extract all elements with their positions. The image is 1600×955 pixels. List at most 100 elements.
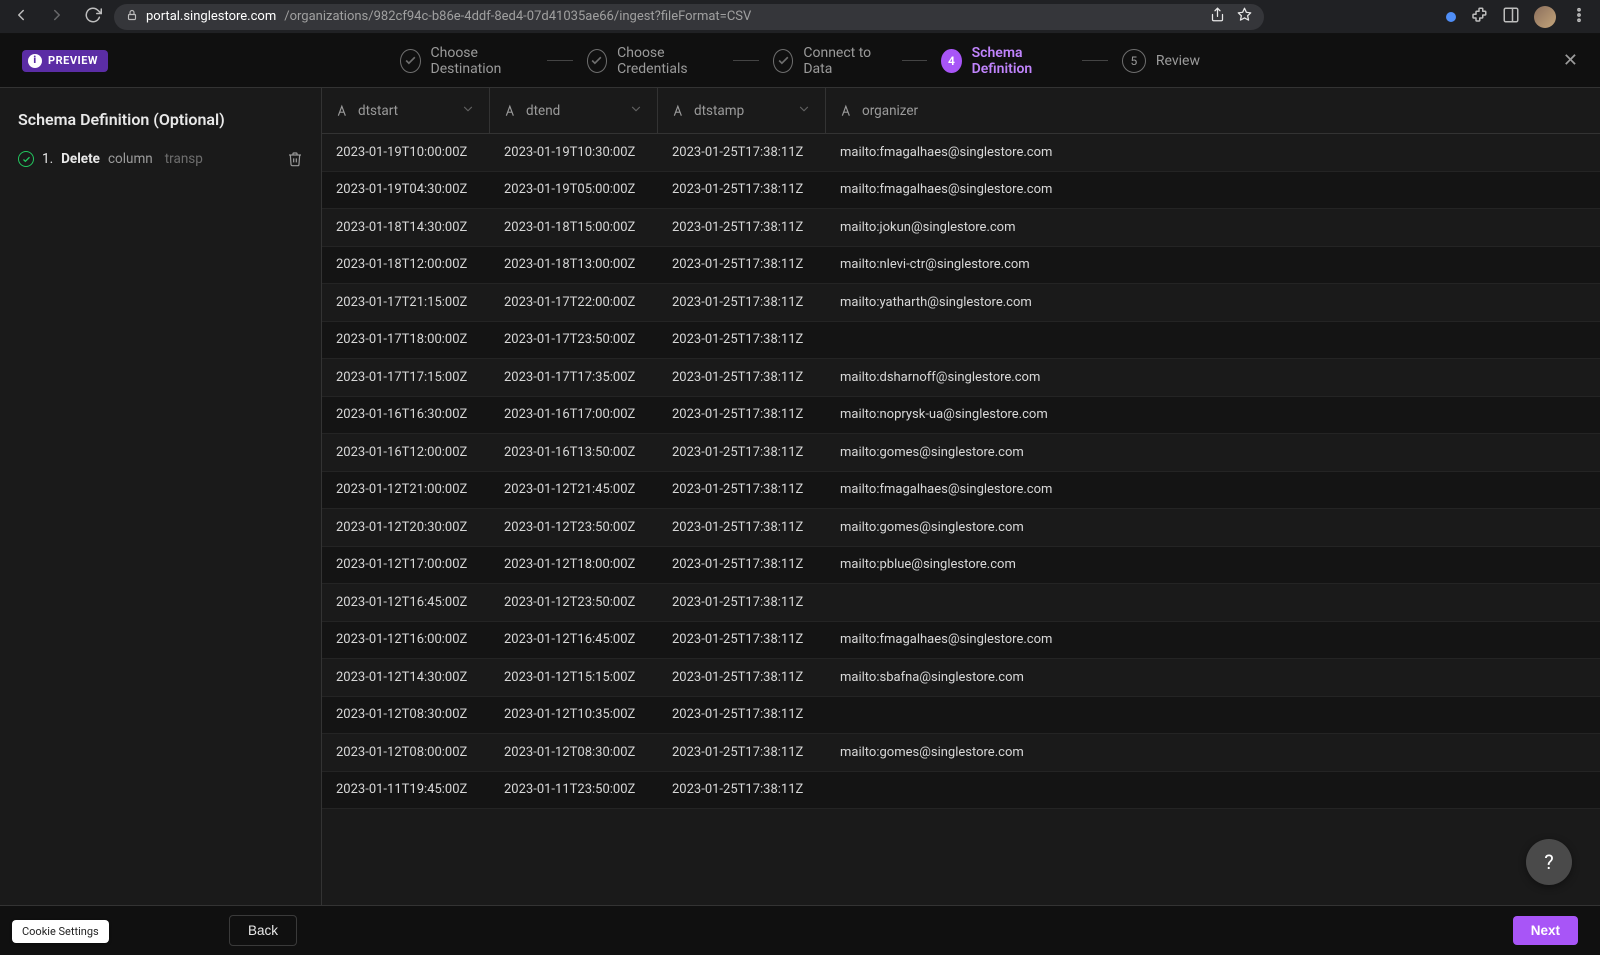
table-row[interactable]: 2023-01-12T16:45:00Z2023-01-12T23:50:00Z…: [322, 584, 1600, 622]
table-row[interactable]: 2023-01-12T08:00:00Z2023-01-12T08:30:00Z…: [322, 734, 1600, 772]
table-row[interactable]: 2023-01-12T08:30:00Z2023-01-12T10:35:00Z…: [322, 697, 1600, 735]
step-label: Connect to Data: [803, 45, 887, 77]
cell-dtstart: 2023-01-12T17:00:00Z: [322, 557, 490, 572]
preview-badge: i PREVIEW: [22, 50, 108, 72]
kebab-icon[interactable]: [1570, 6, 1588, 28]
cell-organizer: mailto:fmagalhaes@singlestore.com: [826, 632, 1600, 647]
table-row[interactable]: 2023-01-12T17:00:00Z2023-01-12T18:00:00Z…: [322, 547, 1600, 585]
step-separator: [1082, 60, 1108, 62]
wizard-header: i PREVIEW Choose Destination Choose Cred…: [0, 34, 1600, 88]
table-row[interactable]: 2023-01-17T17:15:00Z2023-01-17T17:35:00Z…: [322, 359, 1600, 397]
table-body[interactable]: 2023-01-19T10:00:00Z2023-01-19T10:30:00Z…: [322, 134, 1600, 905]
cell-dtend: 2023-01-12T21:45:00Z: [490, 482, 658, 497]
cell-dtstamp: 2023-01-25T17:38:11Z: [658, 145, 826, 160]
cell-organizer: mailto:dsharnoff@singlestore.com: [826, 370, 1600, 385]
cell-dtstamp: 2023-01-25T17:38:11Z: [658, 670, 826, 685]
action-row[interactable]: 1. Delete column transp: [18, 151, 303, 167]
url-host: portal.singlestore.com: [146, 9, 276, 24]
table-row[interactable]: 2023-01-12T20:30:00Z2023-01-12T23:50:00Z…: [322, 509, 1600, 547]
step-review[interactable]: 5 Review: [1122, 49, 1200, 73]
chevron-down-icon[interactable]: [461, 102, 475, 120]
cell-dtstart: 2023-01-12T20:30:00Z: [322, 520, 490, 535]
url-bar[interactable]: portal.singlestore.com/organizations/982…: [114, 4, 1264, 30]
back-button[interactable]: Back: [229, 915, 297, 946]
column-header-dtend[interactable]: dtend: [490, 88, 658, 133]
stepper: Choose Destination Choose Credentials Co…: [400, 45, 1200, 77]
cell-dtend: 2023-01-12T10:35:00Z: [490, 707, 658, 722]
col-label: dtstamp: [694, 103, 744, 119]
cell-dtend: 2023-01-16T13:50:00Z: [490, 445, 658, 460]
nav-forward-icon[interactable]: [48, 6, 66, 28]
cell-dtstamp: 2023-01-25T17:38:11Z: [658, 745, 826, 760]
avatar[interactable]: [1534, 6, 1556, 28]
chevron-down-icon[interactable]: [797, 102, 811, 120]
table-row[interactable]: 2023-01-18T14:30:00Z2023-01-18T15:00:00Z…: [322, 209, 1600, 247]
step-separator: [902, 60, 928, 62]
cell-dtend: 2023-01-12T18:00:00Z: [490, 557, 658, 572]
table-row[interactable]: 2023-01-17T18:00:00Z2023-01-17T23:50:00Z…: [322, 322, 1600, 360]
cell-dtstamp: 2023-01-25T17:38:11Z: [658, 482, 826, 497]
column-header-organizer[interactable]: organizer: [826, 88, 1600, 133]
table-row[interactable]: 2023-01-12T16:00:00Z2023-01-12T16:45:00Z…: [322, 622, 1600, 660]
text-type-icon: [672, 104, 686, 118]
column-header-dtstart[interactable]: dtstart: [322, 88, 490, 133]
help-fab[interactable]: ?: [1526, 839, 1572, 885]
star-icon[interactable]: [1237, 7, 1252, 26]
cell-dtstamp: 2023-01-25T17:38:11Z: [658, 257, 826, 272]
reload-icon[interactable]: [84, 6, 102, 28]
table-row[interactable]: 2023-01-11T19:45:00Z2023-01-11T23:50:00Z…: [322, 772, 1600, 810]
cell-organizer: mailto:yatharth@singlestore.com: [826, 295, 1600, 310]
cell-organizer: mailto:pblue@singlestore.com: [826, 557, 1600, 572]
cell-dtstart: 2023-01-12T14:30:00Z: [322, 670, 490, 685]
step-destination[interactable]: Choose Destination: [400, 45, 533, 77]
step-label: Choose Credentials: [617, 45, 719, 77]
cell-dtstart: 2023-01-12T08:00:00Z: [322, 745, 490, 760]
table-row[interactable]: 2023-01-18T12:00:00Z2023-01-18T13:00:00Z…: [322, 247, 1600, 285]
table-header: dtstart dtend dtstamp organizer: [322, 88, 1600, 134]
step-number: 5: [1122, 49, 1146, 73]
cell-dtend: 2023-01-12T23:50:00Z: [490, 520, 658, 535]
step-number: 4: [941, 49, 962, 73]
extensions-icon[interactable]: [1470, 6, 1488, 28]
trash-icon[interactable]: [287, 151, 303, 167]
recording-icon[interactable]: [1446, 12, 1456, 22]
cell-dtstart: 2023-01-12T08:30:00Z: [322, 707, 490, 722]
table-row[interactable]: 2023-01-16T16:30:00Z2023-01-16T17:00:00Z…: [322, 397, 1600, 435]
col-label: dtend: [526, 103, 560, 119]
cookie-settings-button[interactable]: Cookie Settings: [12, 920, 109, 943]
cell-dtstamp: 2023-01-25T17:38:11Z: [658, 557, 826, 572]
col-label: organizer: [862, 103, 918, 119]
cell-dtstamp: 2023-01-25T17:38:11Z: [658, 182, 826, 197]
close-icon[interactable]: ✕: [1563, 50, 1578, 71]
cell-dtend: 2023-01-19T10:30:00Z: [490, 145, 658, 160]
action-target: transp: [165, 151, 203, 167]
cell-dtstamp: 2023-01-25T17:38:11Z: [658, 370, 826, 385]
cell-dtstamp: 2023-01-25T17:38:11Z: [658, 332, 826, 347]
table-row[interactable]: 2023-01-19T04:30:00Z2023-01-19T05:00:00Z…: [322, 172, 1600, 210]
cell-dtstart: 2023-01-16T16:30:00Z: [322, 407, 490, 422]
column-header-dtstamp[interactable]: dtstamp: [658, 88, 826, 133]
check-circle-icon: [18, 151, 34, 167]
table-row[interactable]: 2023-01-17T21:15:00Z2023-01-17T22:00:00Z…: [322, 284, 1600, 322]
cell-dtend: 2023-01-17T23:50:00Z: [490, 332, 658, 347]
lock-icon: [126, 9, 138, 25]
table-row[interactable]: 2023-01-16T12:00:00Z2023-01-16T13:50:00Z…: [322, 434, 1600, 472]
table-row[interactable]: 2023-01-12T21:00:00Z2023-01-12T21:45:00Z…: [322, 472, 1600, 510]
step-connect[interactable]: Connect to Data: [773, 45, 888, 77]
preview-table: dtstart dtend dtstamp organizer 2023-01-…: [322, 88, 1600, 905]
cell-dtstart: 2023-01-18T14:30:00Z: [322, 220, 490, 235]
chevron-down-icon[interactable]: [629, 102, 643, 120]
cell-dtend: 2023-01-12T15:15:00Z: [490, 670, 658, 685]
next-button[interactable]: Next: [1513, 916, 1578, 945]
action-noun: column: [108, 151, 153, 167]
browser-chrome: portal.singlestore.com/organizations/982…: [0, 0, 1600, 34]
panel-icon[interactable]: [1502, 6, 1520, 28]
table-row[interactable]: 2023-01-12T14:30:00Z2023-01-12T15:15:00Z…: [322, 659, 1600, 697]
schema-actions-panel: Schema Definition (Optional) 1. Delete c…: [0, 88, 322, 905]
step-credentials[interactable]: Choose Credentials: [587, 45, 720, 77]
share-icon[interactable]: [1210, 7, 1225, 26]
nav-back-icon[interactable]: [12, 6, 30, 28]
table-row[interactable]: 2023-01-19T10:00:00Z2023-01-19T10:30:00Z…: [322, 134, 1600, 172]
step-schema[interactable]: 4 Schema Definition: [941, 45, 1068, 77]
cell-dtstart: 2023-01-18T12:00:00Z: [322, 257, 490, 272]
